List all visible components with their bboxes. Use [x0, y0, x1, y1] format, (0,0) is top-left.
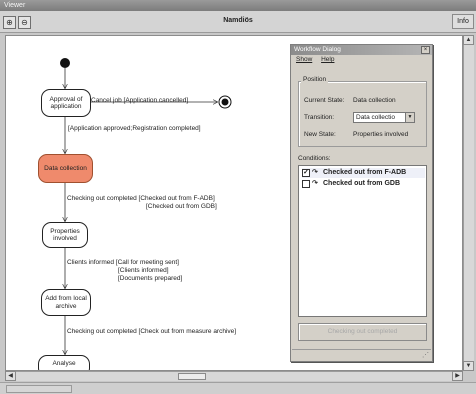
document-title: Namdiös: [223, 17, 253, 24]
close-icon[interactable]: ×: [421, 46, 430, 54]
state-add-from-local-archive[interactable]: Add from local archive: [41, 289, 91, 316]
vertical-scrollbar[interactable]: ▲ ▼: [463, 35, 474, 371]
transition-label: Transition:: [304, 114, 335, 121]
dialog-title: Workflow Dialog: [294, 46, 341, 53]
current-state-label: Current State:: [304, 97, 345, 104]
transition-label-clients-b: [Clients informed]: [118, 267, 169, 274]
condition-label: Checked out from GDB: [323, 180, 401, 187]
scroll-left-arrow-icon[interactable]: ◀: [5, 371, 16, 381]
toolbar: ⊕ ⊖ Namdiös Info: [0, 11, 476, 33]
transition-label-clients-c: [Documents prepared]: [118, 275, 183, 282]
condition-item[interactable]: ✓ ↷ Checked out from F-ADB: [302, 168, 425, 178]
scroll-down-arrow-icon[interactable]: ▼: [463, 361, 474, 371]
workflow-dialog: Workflow Dialog × Show Help Position Cur…: [290, 44, 433, 362]
viewer-window: Viewer ⊕ ⊖ Namdiös Info Approval of appl…: [0, 0, 476, 394]
transition-label-approved: [Application approved;Registration compl…: [68, 125, 201, 132]
checking-out-completed-button[interactable]: Checking out completed: [298, 323, 427, 341]
status-bar: [0, 382, 476, 394]
chevron-down-icon[interactable]: ▼: [405, 113, 414, 122]
checkbox-checked[interactable]: ✓: [302, 169, 310, 177]
transition-label-checkout-2: Checking out completed [Check out from m…: [67, 328, 237, 335]
condition-item[interactable]: ↷ Checked out from GDB: [302, 179, 400, 189]
state-data-collection[interactable]: Data collection: [38, 154, 93, 183]
info-button[interactable]: Info: [452, 14, 474, 29]
state-analyse[interactable]: Analyse: [38, 355, 90, 370]
condition-icon: ↷: [312, 180, 318, 187]
status-pane: [6, 385, 72, 393]
condition-label: Checked out from F-ADB: [323, 169, 407, 176]
conditions-label: Conditions:: [298, 155, 331, 162]
dialog-titlebar: Workflow Dialog ×: [291, 45, 432, 55]
dialog-status-bar: ⋰: [292, 349, 431, 360]
transition-label-cancel: Cancel job [Application cancelled]: [91, 97, 189, 104]
menu-show[interactable]: Show: [296, 56, 312, 63]
final-node: [221, 98, 229, 106]
window-titlebar: Viewer: [0, 0, 476, 11]
state-approval[interactable]: Approval of application: [41, 89, 91, 117]
conditions-list: ✓ ↷ Checked out from F-ADB ↷ Checked out…: [298, 165, 427, 317]
condition-icon: ↷: [312, 169, 318, 176]
window-title: Viewer: [4, 2, 26, 9]
initial-node: [60, 58, 70, 68]
position-group-label: Position: [301, 76, 329, 83]
scroll-right-arrow-icon[interactable]: ▶: [452, 371, 463, 381]
dialog-menubar: Show Help: [291, 55, 432, 65]
state-properties-involved[interactable]: Properties involved: [42, 222, 88, 248]
transition-label-checkout-1b: [Checked out from GDB]: [146, 203, 217, 210]
checkbox-unchecked[interactable]: [302, 180, 310, 188]
transition-select[interactable]: Data collectio ▼: [353, 112, 415, 123]
horizontal-scrollbar[interactable]: ◀ ▶: [5, 371, 463, 381]
scroll-up-arrow-icon[interactable]: ▲: [463, 35, 474, 45]
horizontal-scroll-thumb[interactable]: [178, 373, 206, 380]
transition-label-clients: Clients informed [Call for meeting sent]: [67, 259, 179, 266]
current-state-value: Data collection: [353, 97, 396, 104]
new-state-label: New State:: [304, 131, 336, 138]
transition-select-value: Data collectio: [356, 114, 396, 121]
transition-label-checkout-1: Checking out completed [Checked out from…: [67, 195, 215, 202]
menu-help[interactable]: Help: [321, 56, 334, 63]
resize-grip-icon[interactable]: ⋰: [422, 351, 429, 359]
new-state-value: Properties involved: [353, 131, 409, 138]
